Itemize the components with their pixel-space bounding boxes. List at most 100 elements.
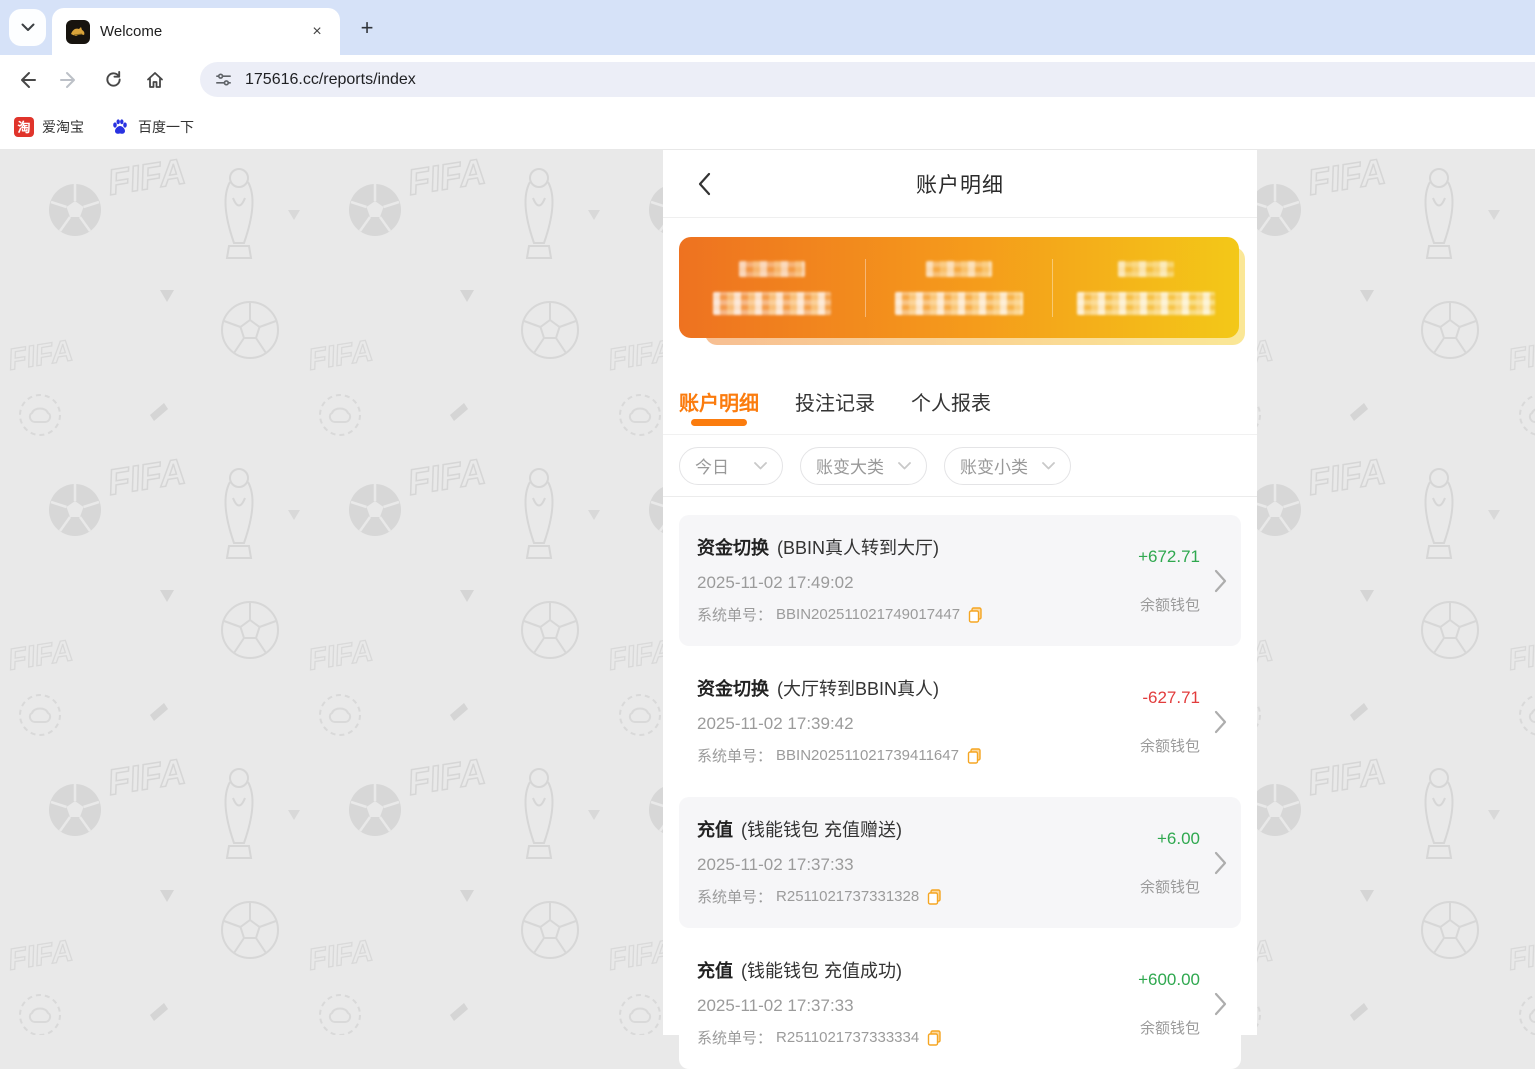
- chevron-left-icon: [697, 172, 711, 196]
- tab-label: 账户明细: [679, 393, 759, 415]
- txn-type: 资金切换: [697, 675, 769, 701]
- site-favicon: [66, 20, 90, 44]
- txn-type: 充值: [697, 816, 733, 842]
- transaction-row[interactable]: 充值 (钱能钱包 充值成功) 2025-11-02 17:37:33 系统单号：…: [679, 938, 1241, 1069]
- blurred-stat-label: [1118, 261, 1174, 277]
- txn-subtype: (钱能钱包 充值成功): [741, 957, 902, 983]
- url-text[interactable]: 175616.cc/reports/index: [245, 71, 416, 89]
- chevron-down-icon: [1042, 462, 1055, 470]
- txn-subtype: (BBIN真人转到大厅): [777, 534, 939, 560]
- txn-right-col: +672.71 余额钱包: [1138, 547, 1200, 615]
- summary-card-wrap: [679, 237, 1241, 345]
- copy-icon[interactable]: [927, 889, 942, 905]
- txn-type: 充值: [697, 957, 733, 983]
- txn-amount: +600.00: [1138, 970, 1200, 990]
- forward-button[interactable]: [52, 63, 86, 97]
- browser-tab-strip: Welcome × +: [0, 0, 1535, 55]
- blurred-stat-2: [866, 261, 1052, 315]
- txn-right-col: -627.71 余额钱包: [1140, 688, 1200, 756]
- back-chevron-button[interactable]: [689, 169, 719, 199]
- forward-arrow-icon: [59, 70, 79, 90]
- txn-right-block: -627.71 余额钱包: [1140, 656, 1227, 787]
- txn-order-number: R2511021737331328: [776, 888, 919, 905]
- tab-label: 投注记录: [795, 393, 875, 415]
- tab-account-detail[interactable]: 账户明细: [679, 387, 759, 434]
- chevron-down-icon: [754, 462, 767, 470]
- filter-label: 账变大类: [816, 453, 884, 478]
- blurred-stat-label: [926, 261, 992, 277]
- transaction-row[interactable]: 资金切换 (BBIN真人转到大厅) 2025-11-02 17:49:02 系统…: [679, 515, 1241, 646]
- txn-order-label: 系统单号：: [697, 745, 772, 766]
- page-viewport: FIFA FIFA: [0, 150, 1535, 1035]
- copy-icon[interactable]: [968, 607, 983, 623]
- report-tabs: 账户明细 投注记录 个人报表: [663, 345, 1257, 435]
- tab-label: 个人报表: [911, 393, 991, 415]
- account-detail-panel: 账户明细: [663, 150, 1257, 1035]
- txn-type: 资金切换: [697, 534, 769, 560]
- home-icon: [145, 70, 165, 90]
- new-tab-button[interactable]: +: [353, 14, 381, 42]
- panel-header: 账户明细: [663, 150, 1257, 218]
- transaction-list: 资金切换 (BBIN真人转到大厅) 2025-11-02 17:49:02 系统…: [663, 497, 1257, 1069]
- reload-icon: [104, 70, 123, 89]
- taobao-icon: 淘: [14, 117, 34, 137]
- reload-button[interactable]: [96, 63, 130, 97]
- back-button[interactable]: [10, 63, 44, 97]
- txn-order-label: 系统单号：: [697, 886, 772, 907]
- filter-label: 账变小类: [960, 453, 1028, 478]
- chevron-down-icon: [21, 23, 35, 32]
- txn-subtype: (大厅转到BBIN真人): [777, 675, 939, 701]
- txn-wallet: 余额钱包: [1140, 876, 1200, 897]
- chevron-right-icon[interactable]: [1214, 710, 1227, 734]
- copy-icon[interactable]: [967, 748, 982, 764]
- copy-icon[interactable]: [927, 1030, 942, 1046]
- txn-wallet: 余额钱包: [1140, 735, 1200, 756]
- filter-date-dropdown[interactable]: 今日: [679, 447, 783, 485]
- txn-right-col: +600.00 余额钱包: [1138, 970, 1200, 1038]
- txn-order-label: 系统单号：: [697, 1027, 772, 1048]
- address-bar[interactable]: 175616.cc/reports/index: [200, 62, 1535, 97]
- chevron-right-icon[interactable]: [1214, 851, 1227, 875]
- transaction-row[interactable]: 资金切换 (大厅转到BBIN真人) 2025-11-02 17:39:42 系统…: [679, 656, 1241, 787]
- browser-toolbar: 175616.cc/reports/index: [0, 55, 1535, 104]
- bookmark-label: 百度一下: [138, 117, 194, 137]
- txn-amount: +6.00: [1157, 829, 1200, 849]
- blurred-stat-value: [713, 292, 831, 315]
- chevron-right-icon[interactable]: [1214, 992, 1227, 1016]
- back-arrow-icon: [17, 70, 37, 90]
- chevron-down-icon: [898, 462, 911, 470]
- active-tab-underline: [691, 419, 747, 426]
- txn-right-block: +6.00 余额钱包: [1140, 797, 1227, 928]
- blurred-stat-1: [679, 261, 865, 315]
- tab-title: Welcome: [100, 23, 298, 40]
- txn-amount: -627.71: [1142, 688, 1200, 708]
- home-button[interactable]: [138, 63, 172, 97]
- tab-search-button[interactable]: [9, 9, 46, 46]
- tab-bet-records[interactable]: 投注记录: [795, 387, 875, 434]
- filter-major-category-dropdown[interactable]: 账变大类: [800, 447, 927, 485]
- tab-personal-report[interactable]: 个人报表: [911, 387, 991, 434]
- browser-tab-welcome[interactable]: Welcome ×: [52, 8, 340, 55]
- txn-wallet: 余额钱包: [1140, 594, 1200, 615]
- txn-order-label: 系统单号：: [697, 604, 772, 625]
- page-title: 账户明细: [916, 169, 1004, 199]
- bookmark-aitaobao[interactable]: 淘 爱淘宝: [14, 117, 84, 137]
- bookmark-label: 爱淘宝: [42, 117, 84, 137]
- txn-order-number: R2511021737333334: [776, 1029, 919, 1046]
- txn-right-col: +6.00 余额钱包: [1140, 829, 1200, 897]
- txn-wallet: 余额钱包: [1140, 1017, 1200, 1038]
- txn-order-number: BBIN202511021739411647: [776, 747, 959, 764]
- chevron-right-icon[interactable]: [1214, 569, 1227, 593]
- txn-subtype: (钱能钱包 充值赠送): [741, 816, 902, 842]
- txn-amount: +672.71: [1138, 547, 1200, 567]
- bookmarks-bar: 淘 爱淘宝 百度一下: [0, 104, 1535, 150]
- site-settings-icon: [214, 70, 233, 89]
- tab-close-icon[interactable]: ×: [308, 23, 326, 41]
- filter-minor-category-dropdown[interactable]: 账变小类: [944, 447, 1071, 485]
- blurred-stat-value: [895, 292, 1023, 315]
- blurred-stat-label: [739, 261, 805, 277]
- bookmark-baidu[interactable]: 百度一下: [110, 117, 194, 137]
- transaction-row[interactable]: 充值 (钱能钱包 充值赠送) 2025-11-02 17:37:33 系统单号：…: [679, 797, 1241, 928]
- txn-order-number: BBIN202511021749017447: [776, 606, 960, 623]
- summary-card[interactable]: [679, 237, 1239, 338]
